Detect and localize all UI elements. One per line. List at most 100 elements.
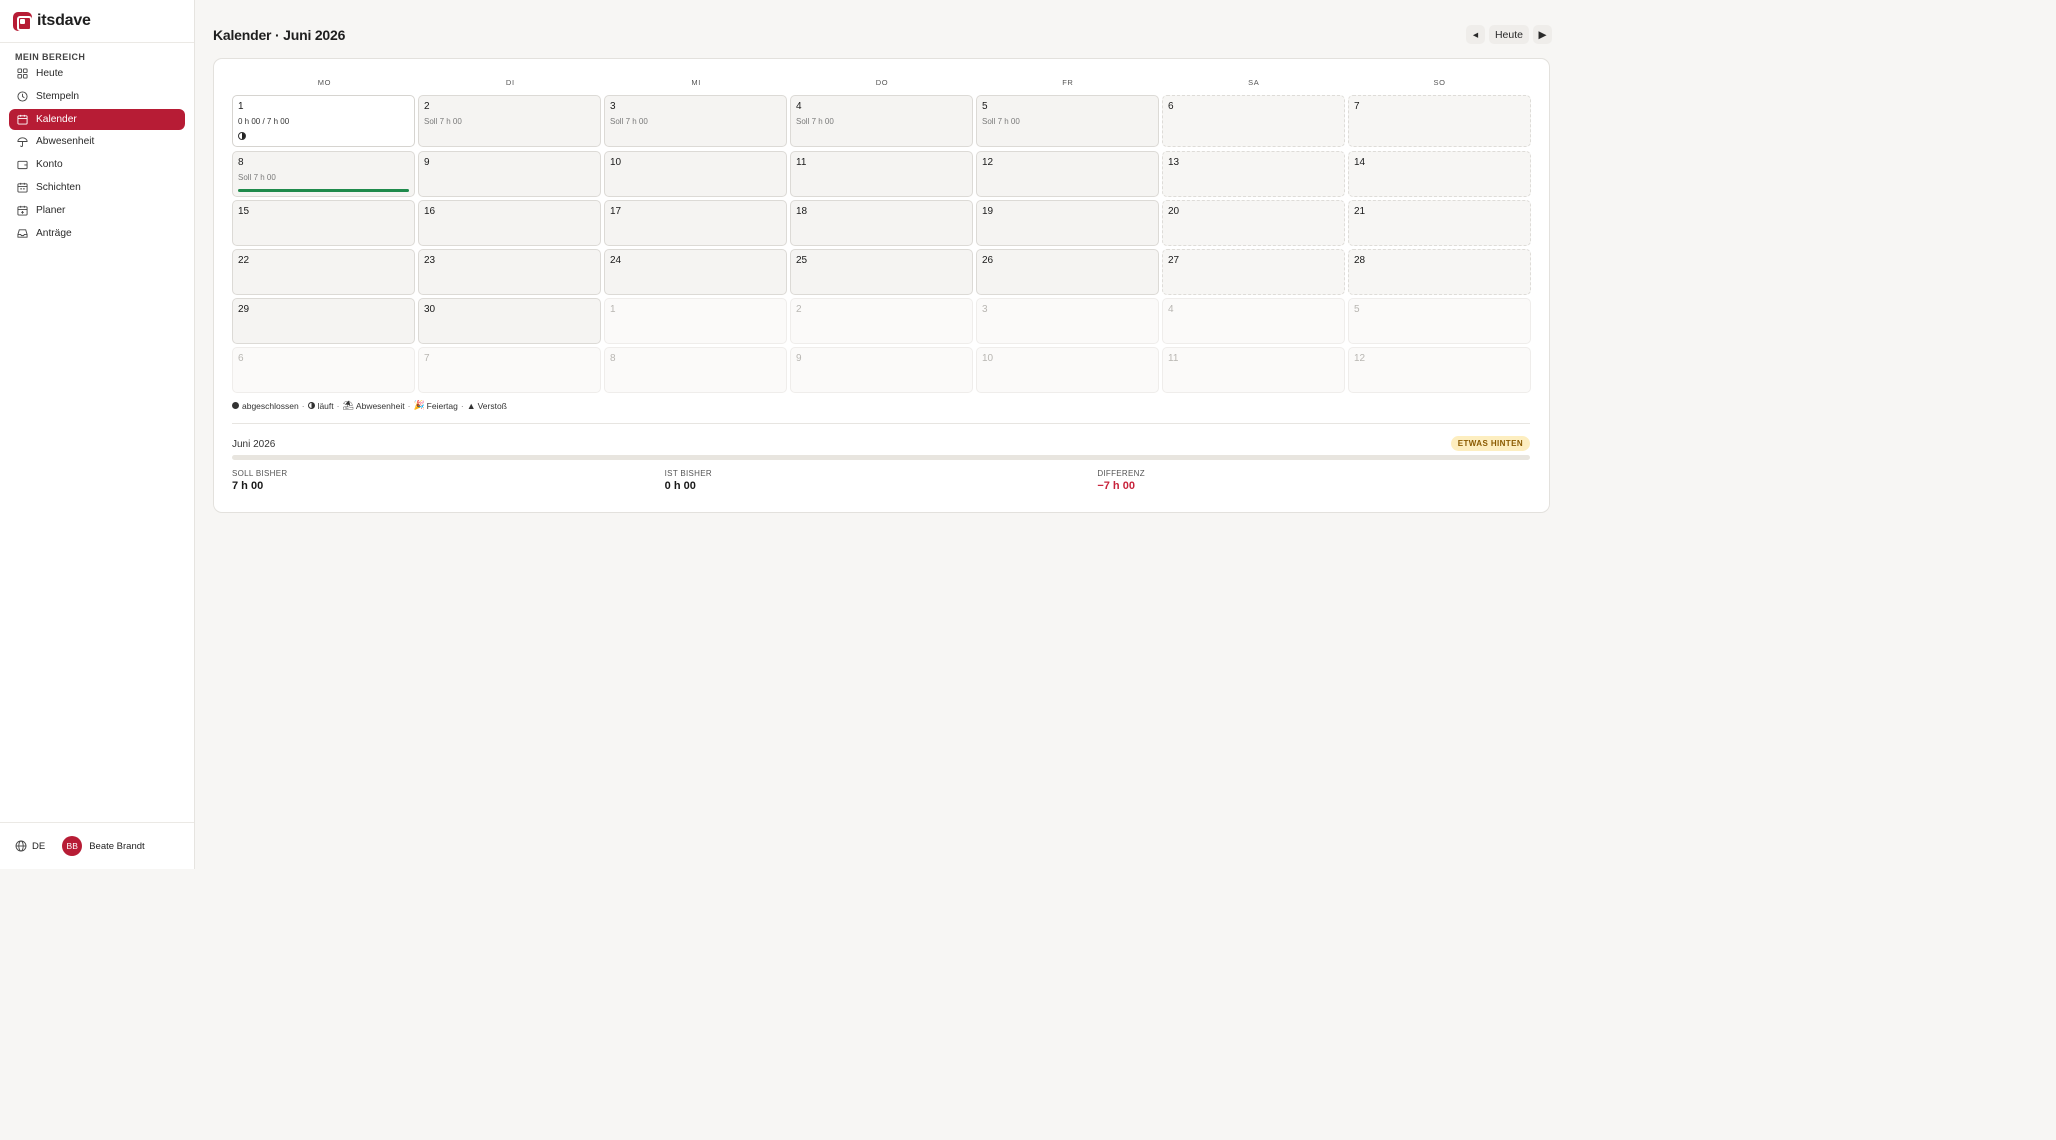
sidebar-item-label: Abwesenheit [36, 136, 95, 148]
day-number: 1 [610, 304, 616, 315]
section-label: MEIN BEREICH [15, 52, 86, 62]
day-hours: Soll 7 h 00 [238, 173, 276, 182]
day-number: 6 [1168, 101, 1174, 112]
today-button[interactable]: Heute [1488, 25, 1529, 44]
day-number: 30 [424, 304, 436, 315]
clock-icon [17, 91, 28, 102]
calendar-day[interactable]: 1 0 h 00 / 7 h 00 [232, 95, 415, 147]
day-number: 15 [238, 206, 250, 217]
day-number: 4 [796, 101, 802, 112]
calendar-day[interactable]: 20 [1162, 200, 1345, 246]
day-number: 6 [238, 353, 244, 364]
calendar-day[interactable]: 11 [790, 151, 973, 197]
user-menu[interactable]: BB Beate Brandt [62, 836, 145, 856]
brand-name: itsdave [37, 12, 91, 29]
day-number: 8 [610, 353, 616, 364]
day-number: 13 [1168, 157, 1180, 168]
sidebar-item-heute[interactable]: Heute [9, 63, 185, 84]
day-number: 8 [238, 157, 244, 168]
sidebar-item-konto[interactable]: Konto [9, 154, 185, 175]
day-number: 9 [424, 157, 430, 168]
calendar-day[interactable]: 22 [232, 249, 415, 295]
calendar-day[interactable]: 12 [976, 151, 1159, 197]
calendar-day[interactable]: 13 [1162, 151, 1345, 197]
calendar-day[interactable]: 7 [1348, 95, 1531, 147]
calendar-day[interactable]: 16 [418, 200, 601, 246]
sidebar-item-antraege[interactable]: Anträge [9, 223, 185, 244]
legend-violation: Verstoß [477, 400, 507, 411]
calendar-day[interactable]: 27 [1162, 249, 1345, 295]
logo-icon [13, 11, 32, 31]
sidebar-item-abwesenheit[interactable]: Abwesenheit [9, 131, 185, 152]
calendar-day[interactable]: 26 [976, 249, 1159, 295]
calendar-day[interactable]: 25 [790, 249, 973, 295]
day-number: 12 [982, 157, 994, 168]
sidebar-item-label: Planer [36, 204, 66, 216]
day-number: 19 [982, 206, 994, 217]
beach-umbrella-icon: ⛱ [342, 400, 354, 410]
calendar-shift-icon [17, 182, 28, 193]
calendar-day[interactable]: 3 Soll 7 h 00 [604, 95, 787, 147]
calendar-day[interactable]: 9 [418, 151, 601, 197]
weekday-label: MI [691, 78, 701, 87]
calendar-day[interactable]: 18 [790, 200, 973, 246]
calendar-day[interactable]: 4 Soll 7 h 00 [790, 95, 973, 147]
calendar-day: 10 [976, 347, 1159, 393]
day-progress-bar [238, 189, 409, 192]
calendar-day[interactable]: 19 [976, 200, 1159, 246]
calendar-day[interactable]: 30 [418, 298, 601, 344]
language-switcher[interactable]: DE [15, 840, 45, 852]
calendar-day: 3 [976, 298, 1159, 344]
sidebar-item-schichten[interactable]: Schichten [9, 177, 185, 198]
calendar-day[interactable]: 17 [604, 200, 787, 246]
day-number: 10 [610, 157, 622, 168]
calendar-day[interactable]: 15 [232, 200, 415, 246]
next-month-button[interactable]: ▶ [1533, 25, 1552, 44]
previous-month-button[interactable]: ◂ [1465, 25, 1485, 44]
stat-value: 7 h 00 [232, 480, 264, 492]
calendar-day[interactable]: 2 Soll 7 h 00 [418, 95, 601, 147]
brand[interactable]: itsdave [0, 0, 194, 43]
calendar-day[interactable]: 24 [604, 249, 787, 295]
sidebar-item-label: Heute [36, 68, 64, 79]
sidebar-item-planer[interactable]: Planer [9, 200, 185, 221]
weekday-label: DI [505, 78, 515, 87]
day-number: 10 [982, 353, 994, 364]
day-number: 21 [1354, 206, 1366, 217]
calendar-day[interactable]: 28 [1348, 249, 1531, 295]
sidebar-item-stempeln[interactable]: Stempeln [9, 86, 185, 107]
legend-holiday: Feiertag [426, 400, 458, 411]
calendar-day[interactable]: 10 [604, 151, 787, 197]
sidebar-item-label: Stempeln [36, 90, 80, 102]
day-number: 2 [424, 101, 430, 112]
calendar-day: 5 [1348, 298, 1531, 344]
sidebar-nav: Heute Stempeln Kalender Abwesenheit Kont… [0, 63, 194, 244]
calendar-day[interactable]: 23 [418, 249, 601, 295]
calendar-day[interactable]: 21 [1348, 200, 1531, 246]
globe-icon [15, 840, 27, 852]
day-number: 3 [610, 101, 616, 112]
day-number: 27 [1168, 255, 1180, 266]
calendar-day[interactable]: 8 Soll 7 h 00 [232, 151, 415, 197]
running-half-circle-icon [238, 132, 246, 140]
calendar-day[interactable]: 6 [1162, 95, 1345, 147]
legend-running: läuft [317, 400, 334, 411]
sidebar-item-kalender[interactable]: Kalender [9, 108, 185, 130]
day-number: 4 [1168, 304, 1174, 315]
calendar-day[interactable]: 29 [232, 298, 415, 344]
day-number: 2 [796, 304, 802, 315]
sidebar-item-label: Konto [36, 159, 63, 171]
day-number: 9 [796, 353, 802, 364]
day-number: 16 [424, 206, 436, 217]
calendar-day[interactable]: 14 [1348, 151, 1531, 197]
day-number: 5 [1354, 304, 1360, 315]
wallet-icon [17, 159, 28, 170]
day-number: 11 [1168, 353, 1179, 364]
day-number: 25 [796, 255, 808, 266]
calendar-day[interactable]: 5 Soll 7 h 00 [976, 95, 1159, 147]
legend-separator: · [301, 400, 305, 411]
day-number: 22 [238, 255, 250, 266]
day-number: 18 [796, 206, 808, 217]
calendar-day: 9 [790, 347, 973, 393]
avatar: BB [62, 836, 83, 856]
